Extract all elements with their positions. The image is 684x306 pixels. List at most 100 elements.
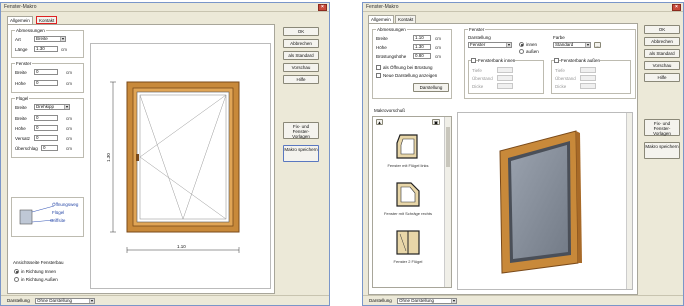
right-farbe-value: Standard: [555, 42, 574, 47]
right-darst-select[interactable]: Fenster ▼: [468, 42, 512, 48]
right-check-offnung-label: als Öffnung bei Brüstung: [383, 65, 433, 70]
right-breite-label: Breite: [376, 36, 388, 41]
right-breite-input[interactable]: 1.10: [413, 35, 431, 41]
left-fen-hohe-unit: cm: [66, 81, 72, 86]
left-art-select[interactable]: Breite ▼: [34, 36, 66, 42]
right-titlebar: Fenster-Makro ×: [363, 3, 683, 12]
left-fen-hohe-input[interactable]: 0: [34, 80, 58, 86]
right-preview-scrollbar[interactable]: [626, 113, 632, 289]
right-status-select[interactable]: Ohne Darstellung ▼: [397, 298, 457, 304]
right-check-fenbank-aussen[interactable]: [554, 58, 559, 63]
left-lange-input[interactable]: 1.30: [34, 46, 58, 52]
left-help-button[interactable]: Hilfe: [283, 75, 319, 84]
right-title: Fenster-Makro: [366, 4, 399, 10]
left-preview-button[interactable]: Vorschau: [283, 63, 319, 72]
left-legend-preview: Öffnungsweg Flügel Griffsite: [11, 197, 84, 237]
left-fl-uberschlag-input[interactable]: 0: [41, 145, 58, 151]
left-tab-kontakt[interactable]: Kontakt: [36, 16, 58, 24]
right-fba-uberstand-input[interactable]: [580, 75, 596, 81]
chevron-down-icon: ▼: [451, 299, 456, 303]
left-lange-unit: cm: [61, 47, 67, 52]
right-lib-scrollbar[interactable]: [444, 117, 451, 287]
right-farbe-select[interactable]: Standard ▼: [553, 42, 591, 48]
legend-flugel: Flügel: [52, 210, 65, 215]
radio-aussen[interactable]: [14, 277, 19, 282]
right-lib-up-button[interactable]: ▲: [376, 119, 383, 125]
right-lib-folder-icon[interactable]: ▣: [432, 119, 440, 125]
left-save-macro-button[interactable]: Makro speichern: [283, 145, 319, 162]
right-fenbank-aussen-label: Fensterbank außen: [561, 58, 601, 63]
library-item-1[interactable]: Fenster mit Flügel links: [379, 131, 437, 168]
library-item-2[interactable]: Fenster mit Schräge rechts: [379, 179, 437, 216]
right-check-neue-darst[interactable]: [376, 73, 381, 78]
left-fl-versatz-label: Versatz: [15, 136, 31, 141]
right-3d-preview: [457, 112, 633, 290]
right-close-icon[interactable]: ×: [672, 4, 681, 11]
left-group-flugel-title: Flügel: [15, 96, 30, 101]
right-lib-scroll-thumb[interactable]: [446, 127, 450, 167]
right-hohe-label: Höhe: [376, 45, 387, 50]
right-tab-panel: Abmessungen Breite 1.10 cm Höhe 1.30 cm …: [368, 23, 638, 295]
right-tab-allgemein[interactable]: Allgemein: [368, 15, 394, 23]
right-status-label: Darstellung: [369, 298, 392, 303]
left-close-icon[interactable]: ×: [318, 4, 327, 11]
radio-innen[interactable]: [14, 269, 19, 274]
right-macro-library[interactable]: ▲ ▣ Fenster mit Flügel links Fenster mit…: [372, 116, 452, 288]
left-fl-versatz-input[interactable]: 0: [34, 135, 58, 141]
left-templates-button[interactable]: Fix- und Fenster-Vorlagen: [283, 122, 319, 139]
right-status-value: Ohne Darstellung: [399, 298, 435, 303]
right-hohe-input[interactable]: 1.30: [413, 44, 431, 50]
right-brust-unit: cm: [435, 54, 441, 59]
left-fl-hohe-input[interactable]: 0: [34, 125, 58, 131]
right-brust-label: Brüstungshöhe: [376, 54, 407, 59]
right-templates-button[interactable]: Fix- und Fenster-Vorlagen: [644, 119, 680, 136]
right-radio-innen[interactable]: [519, 42, 524, 47]
right-cancel-button[interactable]: Abbrechen: [644, 37, 680, 46]
left-tab-panel: Abmessungen Art Breite ▼ Länge 1.30 cm Fe…: [7, 24, 275, 294]
right-fba-dicke-label: Dicke: [555, 84, 567, 89]
right-tab-kontakt[interactable]: Kontakt: [395, 15, 417, 23]
right-check-fenbank-innen[interactable]: [471, 58, 476, 63]
left-group-abmessungen-title: Abmessungen: [15, 28, 46, 33]
right-fba-dicke-input[interactable]: [580, 83, 596, 89]
left-fl-typ-select[interactable]: Drehkipp ▼: [34, 104, 70, 110]
library-item-1-caption: Fenster mit Flügel links: [387, 163, 429, 168]
right-fbi-tiefe-input[interactable]: [497, 67, 513, 73]
right-group-abmessungen: Abmessungen Breite 1.10 cm Höhe 1.30 cm …: [372, 27, 452, 99]
left-group-flugel: Flügel Breite Drehkipp ▼ Breite 0 cm Höhe…: [11, 96, 84, 158]
right-check-offnung[interactable]: [376, 65, 381, 70]
left-fl-uberschlag-label: Überschlag: [15, 146, 38, 151]
right-radio-aussen[interactable]: [519, 49, 524, 54]
right-darst-value: Fenster: [470, 42, 486, 47]
right-brust-input[interactable]: 0.80: [413, 53, 431, 59]
right-help-button[interactable]: Hilfe: [644, 73, 680, 82]
left-ok-button[interactable]: OK: [283, 27, 319, 36]
left-fl-typ-label: Breite: [15, 105, 27, 110]
right-library-title: Makrovorschuß: [374, 108, 406, 113]
library-item-2-caption: Fenster mit Schräge rechts: [383, 211, 433, 216]
right-save-macro-button[interactable]: Makro speichern: [644, 142, 680, 159]
left-cancel-button[interactable]: Abbrechen: [283, 39, 319, 48]
left-fl-breite-input[interactable]: 0: [34, 115, 58, 121]
left-lange-label: Länge: [15, 47, 28, 52]
right-darstellung-button[interactable]: Darstellung: [413, 83, 449, 92]
right-fbi-dicke-input[interactable]: [497, 83, 513, 89]
left-fen-breite-unit: cm: [66, 70, 72, 75]
left-fl-hohe-unit: cm: [66, 126, 72, 131]
width-dimension: 1.10: [177, 244, 186, 249]
left-group-fenster-title: Fenster: [15, 61, 33, 66]
right-fba-tiefe-input[interactable]: [580, 67, 596, 73]
left-status-select[interactable]: Ohne Darstellung ▼: [35, 298, 95, 304]
left-tab-allgemein[interactable]: Allgemein: [7, 16, 33, 24]
right-ok-button[interactable]: OK: [644, 25, 680, 34]
right-fbi-uberstand-input[interactable]: [497, 75, 513, 81]
library-item-3[interactable]: Fenster 2 Flügel: [379, 227, 437, 264]
left-fen-breite-input[interactable]: 0: [34, 69, 58, 75]
right-dialog: Fenster-Makro × Allgemein Kontakt Abmess…: [362, 2, 684, 306]
left-default-button[interactable]: als Standard: [283, 51, 319, 60]
right-farbe-more-button[interactable]: …: [594, 42, 601, 48]
right-default-button[interactable]: als Standard: [644, 49, 680, 58]
right-fensterbank-aussen: Fensterbank außen Tiefe Überstand Dicke: [551, 58, 631, 94]
chevron-down-icon: ▼: [64, 105, 69, 109]
right-preview-button[interactable]: Vorschau: [644, 61, 680, 70]
